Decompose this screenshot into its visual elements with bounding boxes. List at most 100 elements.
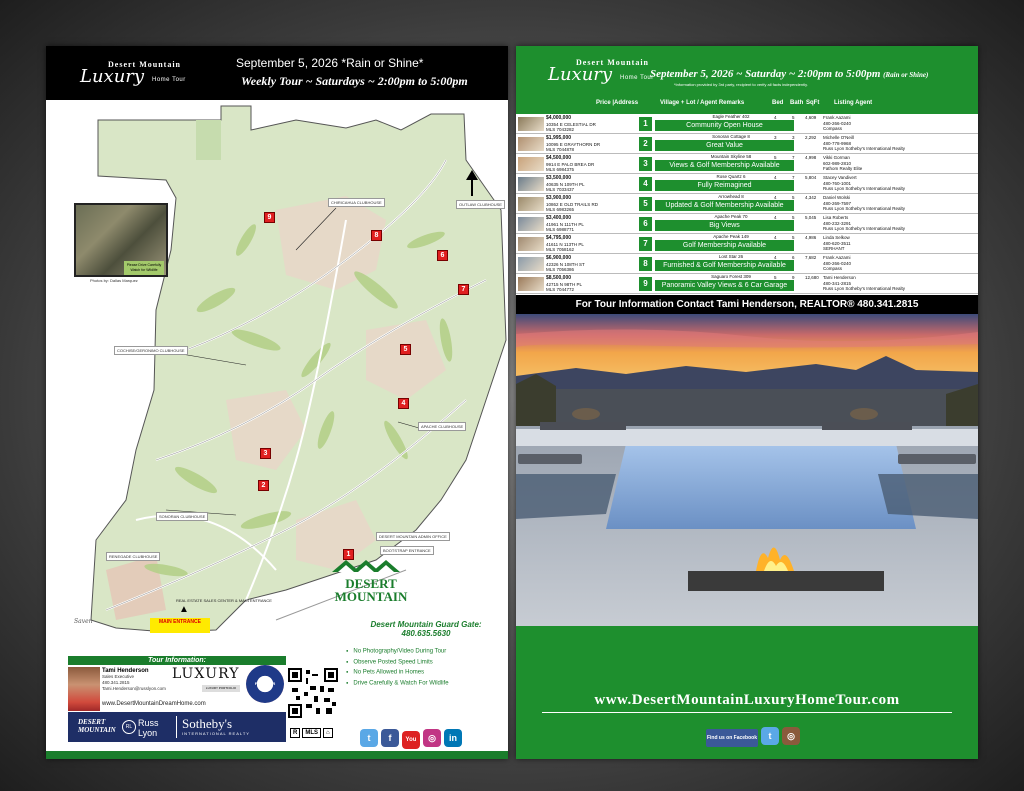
listing-agent-name: Frank Aazami — [823, 115, 851, 120]
listing-brokerage: Russ Lyon Sotheby's International Realty — [823, 226, 905, 231]
right-footer: www.DesertMountainLuxuryHomeTour.com Fin… — [516, 626, 978, 759]
map-marker-7[interactable]: 7 — [458, 284, 469, 295]
right-page-listings: Desert Mountain Luxury Home Tour Septemb… — [516, 46, 978, 759]
listing-sqft: 5,804 — [805, 175, 817, 180]
listing-row[interactable]: $3,500,000 40635 N 109TH PL MLS 7033437 4 Ro… — [516, 174, 978, 194]
qr-code[interactable] — [288, 668, 338, 718]
map-marker-9[interactable]: 9 — [264, 212, 275, 223]
listing-agent-phone: 480-266-0240 — [823, 120, 852, 126]
listing-sqft: 4,609 — [805, 115, 817, 120]
listing-village: Lost Star 26 — [718, 254, 744, 259]
listing-number: 3 — [639, 157, 652, 171]
listing-price: $3,500,000 — [546, 175, 572, 181]
listing-agent-name: Tami Henderson — [823, 275, 856, 280]
listing-row[interactable]: $4,795,000 41611 N 113TH PL MLS 7058162 7 Ap… — [516, 234, 978, 254]
youtube-icon[interactable]: You — [402, 731, 420, 749]
photo-credit: Photos by: Dallas Marquez — [90, 278, 138, 283]
map-marker-4[interactable]: 4 — [398, 398, 409, 409]
listing-address-block: $3,900,000 10862 E OLD TRAILS RD MLS 69832… — [546, 195, 598, 213]
instagram-icon[interactable]: ◎ — [782, 727, 800, 745]
listing-row[interactable]: $3,900,000 10862 E OLD TRAILS RD MLS 69832… — [516, 194, 978, 214]
rule-item: Observe Posted Speed Limits — [346, 657, 449, 668]
listing-address-block: $4,500,000 9914 E PALO BREA DR MLS 6984375 — [546, 155, 594, 173]
listing-beds: 4 — [774, 235, 777, 240]
social-icons: t f You ◎ in — [360, 728, 465, 749]
tour-website-link[interactable]: www.DesertMountainLuxuryHomeTour.com — [516, 692, 978, 709]
map-marker-3[interactable]: 3 — [260, 448, 271, 459]
listing-thumbnail[interactable] — [518, 237, 544, 251]
saven-logo: Saven — [74, 618, 93, 625]
listing-agent-name: Stacey Vandivert — [823, 175, 857, 180]
dm-small-line2: MOUNTAIN — [78, 726, 116, 734]
listing-agent-name: Lisa Roberts — [823, 215, 849, 220]
listing-row[interactable]: $1,995,000 10095 E GRAYTHORN DR MLS 704487… — [516, 134, 978, 154]
listing-baths: 3 — [792, 135, 795, 140]
twitter-icon[interactable]: t — [360, 729, 378, 747]
clubhouse-label: APACHE CLUBHOUSE — [418, 422, 467, 431]
listing-address-block: $4,795,000 41611 N 113TH PL MLS 7058162 — [546, 235, 584, 253]
listing-agent-phone: 480-232-3291 — [823, 220, 852, 226]
listing-remark: Furnished & Golf Membership Available — [655, 260, 794, 271]
listing-thumbnail[interactable] — [518, 217, 544, 231]
listing-agent-name: Michelle O'Neill — [823, 135, 854, 140]
listing-agent-phone: 480-269-7597 — [823, 200, 852, 206]
map-marker-6[interactable]: 6 — [437, 250, 448, 261]
listing-baths: 7 — [792, 155, 795, 160]
listing-thumbnail[interactable] — [518, 117, 544, 131]
listing-price: $4,795,000 — [546, 235, 572, 241]
listing-price: $1,995,000 — [546, 135, 572, 141]
listing-brokerage: Compass — [823, 126, 843, 131]
listing-thumbnail[interactable] — [518, 177, 544, 191]
col-price-address: Price |Address — [596, 100, 639, 106]
listing-village: Rose Quartz 6 — [716, 174, 746, 179]
listing-address: 42326 N 108TH ST — [546, 261, 585, 267]
listing-mls: MLS 7043282 — [546, 127, 575, 132]
listing-beds: 4 — [774, 115, 777, 120]
listing-brokerage: Russ Lyon Sotheby's International Realty — [823, 206, 905, 211]
listing-sqft: 5,045 — [805, 215, 817, 220]
col-sqft: SqFt — [806, 100, 820, 106]
website-link[interactable]: www.DesertMountainDreamHome.com — [102, 701, 206, 707]
luxury-portfolio-sub: LUXURY PORTFOLIO — [202, 685, 240, 692]
listing-thumbnail[interactable] — [518, 157, 544, 171]
rule-item: No Pets Allowed in Homes — [346, 667, 449, 678]
listing-beds: 3 — [774, 135, 777, 140]
map-marker-2[interactable]: 2 — [258, 480, 269, 491]
listing-row[interactable]: $3,400,000 41961 N 111TH PL MLS 6988771 6 Ap… — [516, 214, 978, 234]
listing-baths: 5 — [792, 115, 795, 120]
twitter-icon[interactable]: t — [761, 727, 779, 745]
linkedin-icon[interactable]: in — [444, 729, 462, 747]
instagram-icon[interactable]: ◎ — [423, 729, 441, 747]
community-map: 9 8 6 7 5 4 3 2 1 CHIRICAHUA CLUBHOUSE O… — [46, 100, 508, 640]
listing-thumbnail[interactable] — [518, 277, 544, 291]
listing-agent-block: Tami Henderson 480-341-2815 Russ Lyon Soth… — [823, 275, 905, 292]
listing-mls: MLS 6984375 — [546, 167, 575, 172]
listing-row[interactable]: $6,900,000 42326 N 108TH ST MLS 7056386 8 Lo… — [516, 254, 978, 274]
agent-email[interactable]: Tami.Henderson@russlyon.com — [102, 686, 166, 692]
divider — [176, 716, 177, 738]
map-marker-5[interactable]: 5 — [400, 344, 411, 355]
listing-mls: MLS 7058162 — [546, 247, 575, 252]
listing-thumbnail[interactable] — [518, 137, 544, 151]
left-page-map: Desert Mountain Luxury Home Tour Septemb… — [46, 46, 508, 759]
clubhouse-label: OUTLAW CLUBHOUSE — [456, 200, 505, 209]
listing-beds: 4 — [774, 175, 777, 180]
listing-thumbnail[interactable] — [518, 197, 544, 211]
listing-row[interactable]: $8,500,000 42715 N 98TH PL MLS 7044772 9 Sag… — [516, 274, 978, 294]
listing-row[interactable]: $4,500,000 9914 E PALO BREA DR MLS 6984375… — [516, 154, 978, 174]
listing-address-block: $3,400,000 41961 N 111TH PL MLS 6988771 — [546, 215, 584, 233]
listing-thumbnail[interactable] — [518, 257, 544, 271]
listing-agent-block: Linda Selkow 480-620-3511 SERHANT — [823, 235, 851, 252]
listing-agent-name: Linda Selkow — [823, 235, 850, 240]
facebook-badge-icon[interactable]: Find us on Facebook — [706, 729, 758, 747]
listing-number: 2 — [639, 137, 652, 151]
listing-number: 6 — [639, 217, 652, 231]
facebook-icon[interactable]: f — [381, 729, 399, 747]
listing-row[interactable]: $4,000,000 10354 E CELESTIAL DR MLS 704328… — [516, 114, 978, 134]
listing-remark: Updated & Golf Membership Available — [655, 200, 794, 211]
russ-lyon-logo: Russ Lyon — [138, 718, 159, 738]
russ-lyon-line2: Lyon — [138, 728, 158, 738]
five-star-seal: FIVE STAR — [246, 665, 284, 703]
listing-sqft: 2,292 — [805, 135, 817, 140]
map-marker-8[interactable]: 8 — [371, 230, 382, 241]
